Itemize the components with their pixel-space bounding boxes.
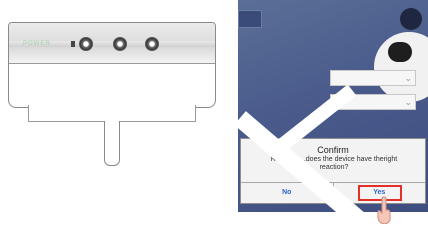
hand-pointer-icon [377, 196, 391, 224]
confirm-dialog: Confirm Registing...does the device have… [240, 138, 426, 204]
back-button[interactable] [238, 10, 262, 28]
chevron-down-icon: ⌄ [404, 97, 412, 107]
device-prong [104, 121, 120, 166]
device-illustration: POWER [0, 0, 230, 200]
device-top-panel: POWER [9, 23, 215, 64]
dialog-buttons: No Yes [241, 182, 425, 203]
select-field-2[interactable]: ⌄ [330, 94, 416, 110]
dialog-message: Registing...does the device have therigh… [270, 156, 398, 171]
chevron-down-icon: ⌄ [404, 73, 412, 83]
phone-screen: ⌄ ⌄ Confirm Registing...does the device … [238, 0, 428, 212]
device-base [28, 105, 196, 122]
led-label: POWER [23, 41, 51, 47]
dialog-title: Confirm [317, 145, 349, 155]
toggle-slider[interactable] [388, 42, 412, 62]
select-field-1[interactable]: ⌄ [330, 70, 416, 86]
led-indicator [71, 41, 75, 47]
no-button[interactable]: No [241, 183, 334, 203]
knob-2 [113, 37, 127, 51]
knob-3 [145, 37, 159, 51]
status-circle-icon [400, 8, 422, 30]
device-body: POWER [8, 22, 216, 108]
knob-1 [79, 37, 93, 51]
no-button-label: No [282, 189, 292, 196]
